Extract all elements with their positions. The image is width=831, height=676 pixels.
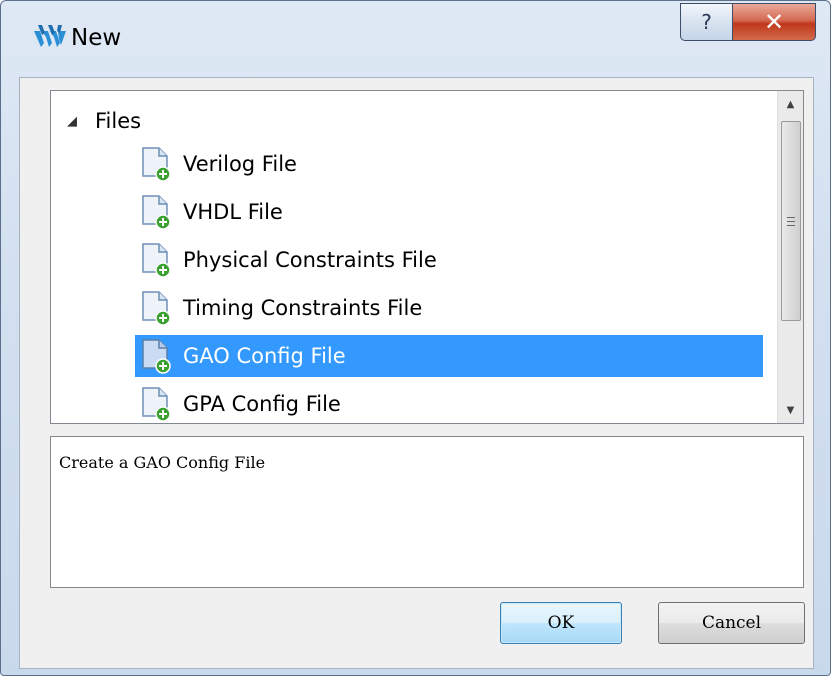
new-file-icon (142, 291, 171, 326)
new-file-icon (142, 387, 171, 422)
new-file-icon (142, 339, 171, 374)
window-title: New (71, 25, 122, 51)
dialog-window: New ? ✕ ◢ Files Verilog File VHDL File P… (0, 0, 831, 676)
scroll-down-arrow-icon[interactable]: ▼ (778, 399, 803, 421)
dialog-body: ◢ Files Verilog File VHDL File Physical … (19, 77, 814, 669)
new-file-icon (142, 195, 171, 230)
new-file-icon (142, 147, 171, 182)
vertical-scrollbar[interactable]: ▲ ▼ (777, 91, 803, 423)
title-bar[interactable]: New ? ✕ (1, 1, 830, 77)
close-button[interactable]: ✕ (732, 3, 816, 41)
tree-item-label: Verilog File (183, 152, 297, 176)
tree-item-label: Timing Constraints File (183, 296, 423, 320)
new-file-icon (142, 243, 171, 278)
grip-icon (787, 216, 795, 226)
tree-node-label: Files (95, 109, 142, 133)
tree-item-label: GAO Config File (183, 344, 346, 368)
cancel-button[interactable]: Cancel (658, 602, 805, 644)
tree-item-vhdl-file[interactable]: VHDL File (135, 191, 283, 233)
collapse-arrow-icon[interactable]: ◢ (67, 114, 81, 129)
app-logo-icon (34, 25, 66, 47)
tree-node-files[interactable]: ◢ Files (67, 107, 141, 135)
close-icon: ✕ (763, 8, 785, 36)
tree-item-gpa-config-file[interactable]: GPA Config File (135, 383, 341, 423)
tree-item-label: GPA Config File (183, 392, 341, 416)
help-button[interactable]: ? (680, 3, 732, 41)
tree-item-physical-constraints-file[interactable]: Physical Constraints File (135, 239, 437, 281)
scroll-up-arrow-icon[interactable]: ▲ (778, 93, 803, 115)
tree-item-verilog-file[interactable]: Verilog File (135, 143, 297, 185)
tree-item-label: Physical Constraints File (183, 248, 437, 272)
help-icon: ? (701, 10, 712, 34)
description-box: Create a GAO Config File (50, 436, 804, 588)
tree-item-gao-config-file[interactable]: GAO Config File (135, 335, 763, 377)
tree-item-timing-constraints-file[interactable]: Timing Constraints File (135, 287, 422, 329)
file-type-tree[interactable]: ◢ Files Verilog File VHDL File Physical … (50, 90, 804, 424)
tree-item-label: VHDL File (183, 200, 283, 224)
scrollbar-thumb[interactable] (781, 121, 801, 321)
ok-button[interactable]: OK (500, 602, 622, 644)
